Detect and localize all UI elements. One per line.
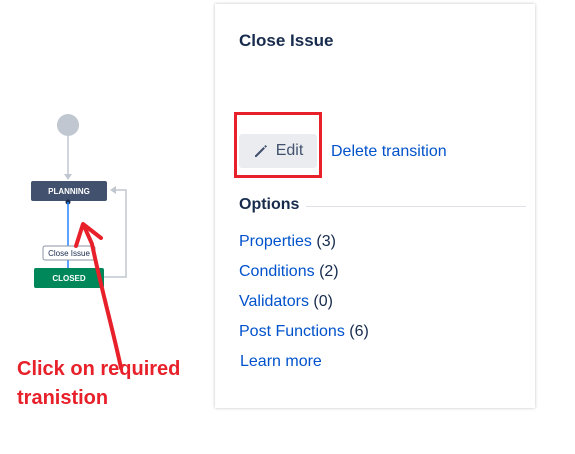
status-closed[interactable]: CLOSED [34, 268, 104, 288]
option-properties-link[interactable]: Properties [239, 233, 312, 250]
status-planning-label: PLANNING [48, 187, 90, 196]
delete-transition-link[interactable]: Delete transition [331, 143, 447, 161]
start-node [57, 114, 79, 136]
edit-highlight-box [234, 112, 322, 178]
option-conditions-link[interactable]: Conditions [239, 263, 315, 280]
option-properties: Properties (3) [239, 233, 336, 251]
options-divider [306, 206, 526, 207]
loop-arrowhead [110, 186, 116, 194]
option-validators-count: (0) [313, 293, 333, 310]
status-planning[interactable]: PLANNING [31, 181, 107, 201]
option-post-functions: Post Functions (6) [239, 323, 369, 341]
status-closed-label: CLOSED [52, 274, 86, 283]
annotation-line-2: tranistion [17, 387, 109, 409]
option-post-functions-link[interactable]: Post Functions [239, 323, 345, 340]
option-conditions-count: (2) [319, 263, 339, 280]
annotation-text: Click on required tranistion [17, 355, 180, 413]
options-heading: Options [239, 196, 300, 213]
panel-title: Close Issue [239, 31, 334, 50]
loop-connector [104, 189, 127, 278]
option-conditions: Conditions (2) [239, 263, 339, 281]
transition-label: Close Issue [48, 249, 90, 258]
option-validators: Validators (0) [239, 293, 333, 311]
annotation-line-1: Click on required [17, 358, 181, 380]
option-validators-link[interactable]: Validators [239, 293, 309, 310]
option-post-functions-count: (6) [349, 323, 369, 340]
learn-more-link[interactable]: Learn more [240, 353, 322, 371]
option-properties-count: (3) [316, 233, 336, 250]
start-arrowhead [64, 174, 72, 180]
